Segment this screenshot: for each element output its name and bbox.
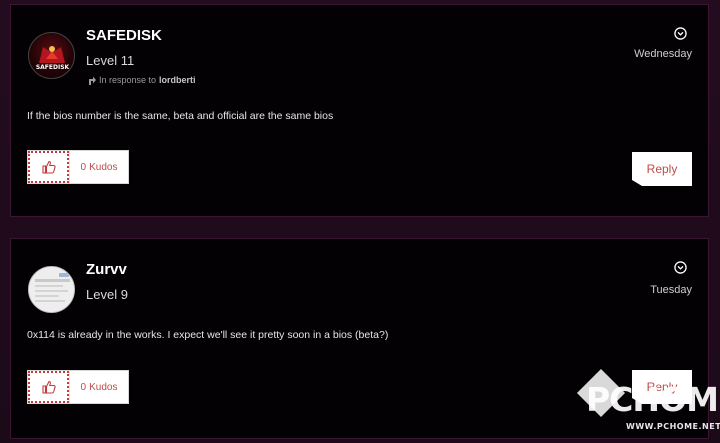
author-name[interactable]: SAFEDISK [86,27,162,44]
in-response-user-link[interactable]: lordberti [159,75,196,85]
message-body: 0x114 is already in the works. I expect … [27,329,389,341]
kudos-label: Kudos [89,161,118,173]
in-response-label: In response to [99,75,157,85]
thumbs-up-icon [41,160,56,174]
chevron-down-icon[interactable] [674,261,687,274]
watermark-logo-text: PCHOME [586,380,720,419]
thumbs-up-icon [41,380,56,394]
watermark-url: WWW.PCHOME.NET [626,422,720,431]
screenshot-thumbnail-icon [29,267,74,312]
kudos-count: 0 [80,381,87,393]
kudo-button[interactable] [28,151,69,183]
kudos-count-link[interactable]: 0 Kudos [69,371,128,403]
reply-arrow-icon [89,76,96,85]
kudos-count: 0 [80,161,87,173]
author-name[interactable]: Zurvv [86,261,127,278]
kudos-label: Kudos [89,381,118,393]
post-date: Wednesday [634,48,692,60]
in-response-to: In response to lordberti [87,75,196,85]
kudo-button[interactable] [28,371,69,403]
reply-button[interactable]: Reply [632,152,692,186]
kudos-count-link[interactable]: 0 Kudos [69,151,128,183]
author-rank: Level 11 [86,53,135,68]
pchome-watermark: PCHOME WWW.PCHOME.NET [576,368,720,434]
message-body: If the bios number is the same, beta and… [27,110,334,122]
avatar[interactable] [28,266,75,313]
chevron-down-icon[interactable] [674,27,687,40]
post-date: Tuesday [650,284,692,296]
author-rank: Level 9 [86,287,128,302]
message-card: SAFEDISK SAFEDISK Level 11 In response t… [10,4,709,217]
kudos-group: 0 Kudos [27,150,129,184]
safedisk-logo-icon: SAFEDISK [36,46,70,71]
avatar[interactable]: SAFEDISK [28,32,75,79]
kudos-group: 0 Kudos [27,370,129,404]
avatar-text: SAFEDISK [36,64,70,71]
